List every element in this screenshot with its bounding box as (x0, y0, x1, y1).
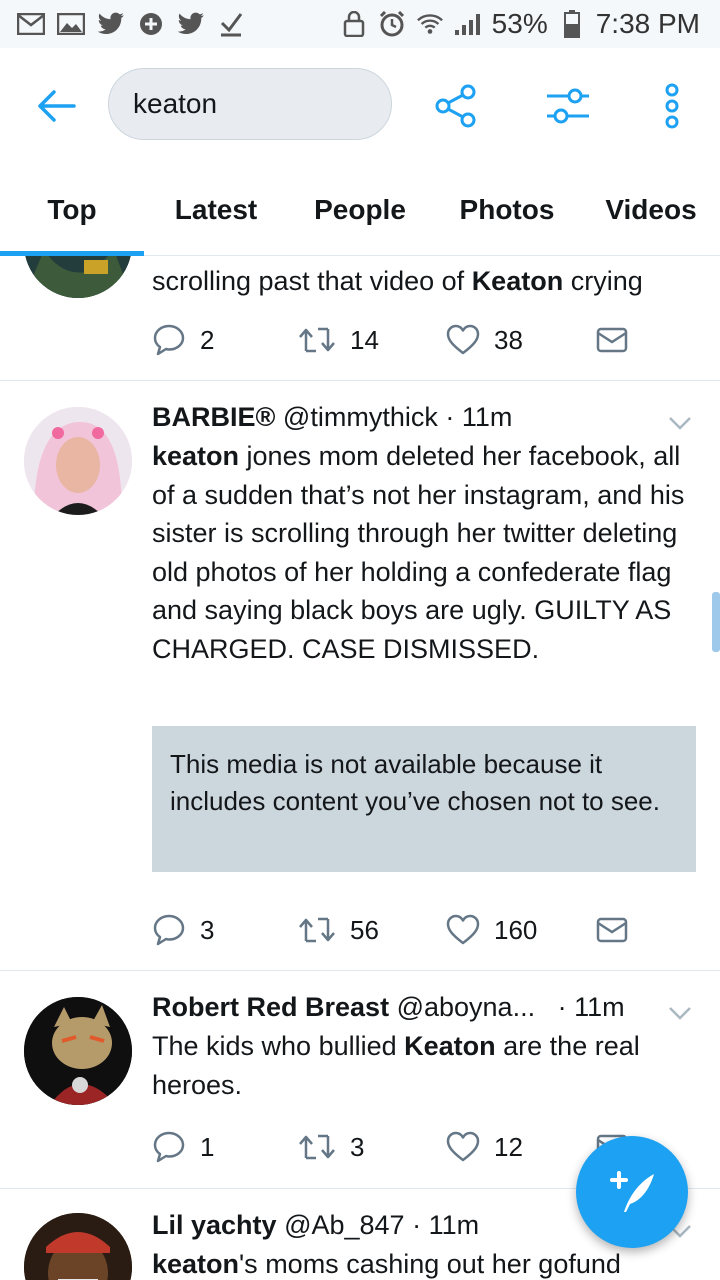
author-handle[interactable]: @Ab_847 (284, 1210, 405, 1240)
media-unavailable-notice[interactable]: This media is not available because it i… (152, 726, 696, 872)
tweet-text: scrolling past that video of Keaton cryi… (152, 266, 643, 296)
compose-tweet-button[interactable] (576, 1136, 688, 1248)
compose-feather-icon (610, 1171, 654, 1212)
retweet-icon (299, 1134, 335, 1160)
retweet-button[interactable]: 3 (298, 1127, 364, 1167)
search-tabs: Top Latest People Photos Videos (0, 164, 720, 256)
circle-plus-icon (136, 11, 166, 37)
dm-button[interactable] (596, 910, 628, 950)
chevron-down-icon[interactable] (666, 409, 694, 437)
sliders-icon (547, 88, 589, 124)
battery-percent: 53% (491, 8, 548, 39)
tweet-header: Robert Red Breast @aboyna... · 11m (152, 989, 696, 1025)
tweet-text: keaton jones mom deleted her facebook, a… (152, 441, 685, 664)
dm-button[interactable] (596, 320, 628, 360)
wifi-icon (416, 10, 444, 38)
author-name[interactable]: Robert Red Breast (152, 992, 389, 1022)
avatar[interactable] (24, 1213, 132, 1280)
reply-button[interactable]: 2 (152, 320, 214, 360)
tweet-header: BARBIE® @timmythick · 11m (152, 399, 696, 435)
reply-icon (153, 324, 185, 356)
alarm-icon (378, 10, 406, 38)
tab-photos[interactable]: Photos (432, 164, 582, 256)
status-bar: 53% 7:38 PM (0, 0, 720, 48)
author-name[interactable]: Lil yachty (152, 1210, 277, 1240)
clock: 7:38 PM (595, 8, 700, 39)
author-handle[interactable]: @aboyna... (397, 992, 536, 1022)
search-input[interactable]: keaton (108, 68, 392, 140)
twitter-bird-icon (176, 11, 206, 37)
tab-top[interactable]: Top (0, 164, 144, 256)
tweet-text: keaton's moms cashing out her gofund (152, 1249, 621, 1279)
overflow-menu-button[interactable] (648, 82, 696, 130)
envelope-icon (596, 917, 628, 943)
reply-icon (153, 914, 185, 946)
avatar[interactable] (24, 407, 132, 515)
tweet-content: scrolling past that video of Keaton cryi… (152, 262, 696, 301)
tweet-content: Robert Red Breast @aboyna... · 11m The k… (152, 989, 696, 1104)
tweet[interactable]: scrolling past that video of Keaton cryi… (0, 256, 720, 381)
tweet-text: The kids who bullied Keaton are the real… (152, 1031, 640, 1100)
search-header: keaton (0, 48, 720, 164)
tweet-feed[interactable]: scrolling past that video of Keaton cryi… (0, 256, 720, 1280)
envelope-icon (596, 327, 628, 353)
tweet-time: · 11m (557, 992, 625, 1022)
tweet-actions: 3 56 160 (152, 910, 642, 950)
avatar[interactable] (24, 997, 132, 1105)
gallery-icon (56, 11, 86, 37)
reply-button[interactable]: 3 (152, 910, 214, 950)
retweet-button[interactable]: 56 (298, 910, 379, 950)
lock-icon (340, 10, 368, 38)
share-button[interactable] (432, 82, 480, 130)
author-handle[interactable]: @timmythick (283, 402, 438, 432)
author-name[interactable]: BARBIE® (152, 402, 275, 432)
heart-icon (446, 324, 480, 355)
tweet-content: BARBIE® @timmythick · 11m keaton jones m… (152, 399, 696, 668)
scrollbar-thumb[interactable] (712, 592, 720, 652)
filter-button[interactable] (544, 82, 592, 130)
tab-people[interactable]: People (288, 164, 432, 256)
tab-videos[interactable]: Videos (582, 164, 720, 256)
retweet-icon (299, 327, 335, 353)
reply-icon (153, 1131, 185, 1163)
tweet[interactable]: BARBIE® @timmythick · 11m keaton jones m… (0, 381, 720, 971)
back-arrow-icon (38, 90, 76, 122)
heart-icon (446, 1131, 480, 1162)
like-button[interactable]: 160 (446, 910, 537, 950)
tweet-actions: 2 14 38 (152, 320, 642, 360)
retweet-button[interactable]: 14 (298, 320, 379, 360)
share-icon (435, 84, 476, 128)
like-button[interactable]: 12 (446, 1127, 523, 1167)
mail-icon (16, 11, 46, 37)
signal-icon (454, 10, 482, 38)
tweet-time: · 11m (445, 402, 513, 432)
tab-latest[interactable]: Latest (144, 164, 288, 256)
heart-icon (446, 914, 480, 945)
tweet-actions: 1 3 12 (152, 1127, 642, 1167)
battery-icon (558, 10, 586, 38)
twitter-bird-icon (96, 11, 126, 37)
retweet-icon (299, 917, 335, 943)
tweet-time: · 11m (412, 1210, 480, 1240)
more-vertical-icon (665, 83, 679, 129)
avatar[interactable] (24, 256, 132, 298)
like-button[interactable]: 38 (446, 320, 523, 360)
search-query: keaton (133, 88, 218, 119)
reply-button[interactable]: 1 (152, 1127, 214, 1167)
download-check-icon (216, 11, 246, 37)
chevron-down-icon[interactable] (666, 999, 694, 1027)
back-button[interactable] (34, 84, 78, 128)
